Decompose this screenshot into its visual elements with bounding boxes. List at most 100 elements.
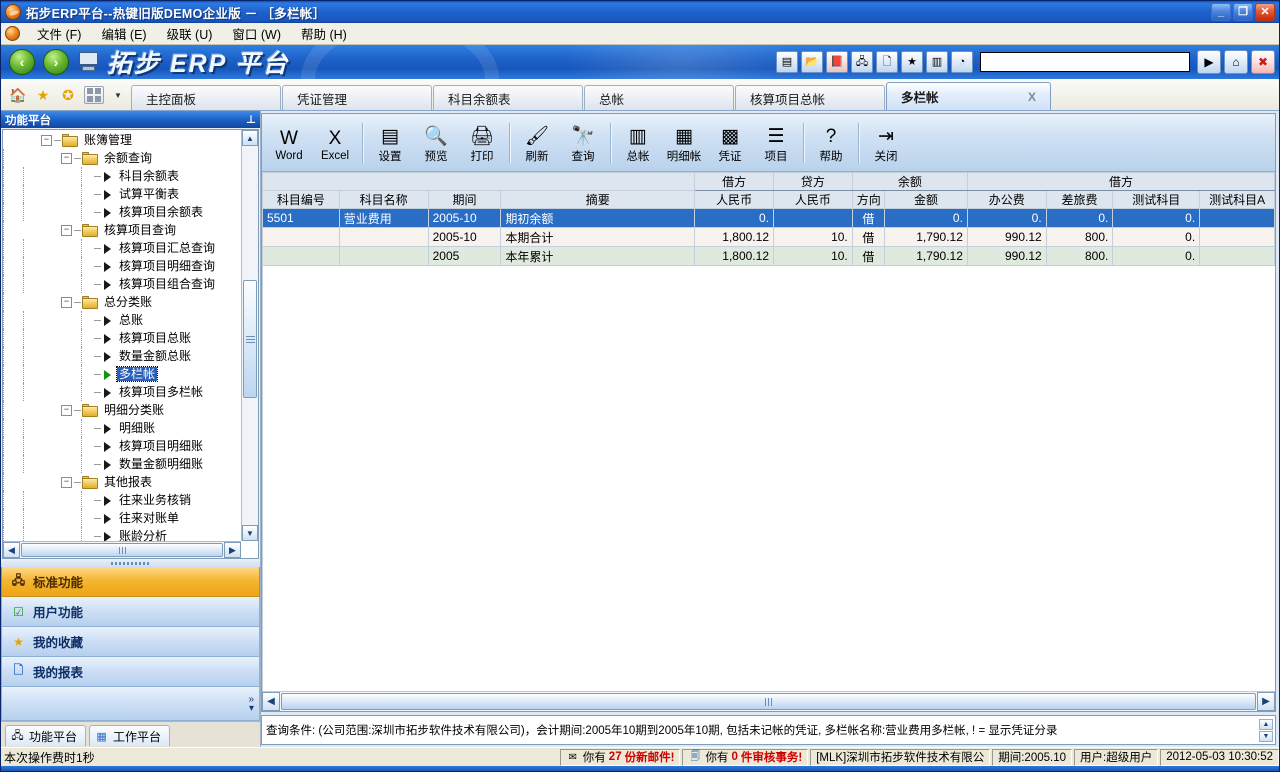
hscroll-track[interactable] <box>20 542 224 558</box>
tree-item[interactable]: 往来业务核销 <box>3 491 241 509</box>
bar-standard-functions[interactable]: 🖧 标准功能 <box>1 567 260 597</box>
bar-user-functions[interactable]: ☑ 用户功能 <box>1 597 260 627</box>
expand-collapse-icon[interactable]: − <box>61 405 72 416</box>
toolbar-settings-button[interactable]: ▤设置 <box>367 117 413 169</box>
expand-collapse-icon[interactable]: − <box>61 153 72 164</box>
toolbar-preview-button[interactable]: 🔍预览 <box>413 117 459 169</box>
add-star-icon[interactable]: ✪ <box>59 86 77 104</box>
table-column-header[interactable]: 办公费 <box>967 191 1046 209</box>
grid-hscroll-track[interactable] <box>280 692 1257 711</box>
menu-window[interactable]: 窗口 (W) <box>223 22 290 45</box>
table-column-header[interactable]: 测试科目A <box>1200 191 1275 209</box>
tree-horizontal-scrollbar[interactable]: ◀ ▶ <box>3 541 241 558</box>
status-mail[interactable]: ✉ 你有 27 份新邮件! <box>560 749 681 766</box>
tree-item[interactable]: −总分类账 <box>3 293 241 311</box>
tree-item[interactable]: 数量金额总账 <box>3 347 241 365</box>
toolbar-refresh-button[interactable]: 🖌刷新 <box>514 117 560 169</box>
org-chart-icon[interactable]: 🖧 <box>851 51 873 73</box>
bottom-tab-work-platform[interactable]: ▦ 工作平台 <box>89 725 170 746</box>
tree-item[interactable]: 核算项目明细查询 <box>3 257 241 275</box>
tab-multi-column-ledger[interactable]: 多栏帐 X <box>886 82 1051 110</box>
table-column-header[interactable]: 方向 <box>852 191 884 209</box>
toolbar-excel-button[interactable]: XExcel <box>312 117 358 169</box>
tree-item[interactable]: 核算项目多栏帐 <box>3 383 241 401</box>
toolbar-close-button[interactable]: ⇥关闭 <box>863 117 909 169</box>
chevron-down-icon[interactable]: ▾ <box>249 704 254 713</box>
expand-collapse-icon[interactable]: − <box>61 477 72 488</box>
bar-my-reports[interactable]: 🗋 我的报表 <box>1 657 260 687</box>
toolbar-voucher-button[interactable]: ▩凭证 <box>707 117 753 169</box>
table-row[interactable]: 5501营业费用2005-10期初余额0.借0.0.0.0. <box>263 209 1275 228</box>
close-tab-icon[interactable]: X <box>1002 90 1036 104</box>
table-body[interactable]: 5501营业费用2005-10期初余额0.借0.0.0.0.2005-10本期合… <box>263 209 1275 266</box>
tree-item[interactable]: 科目余额表 <box>3 167 241 185</box>
tree-item[interactable]: 试算平衡表 <box>3 185 241 203</box>
home-icon[interactable]: 🏠 <box>9 86 27 104</box>
tab-general-ledger[interactable]: 总帐 <box>584 85 734 110</box>
toolbar-help-button[interactable]: ?帮助 <box>808 117 854 169</box>
home-page-icon[interactable]: ⌂ <box>1224 50 1248 74</box>
vscroll-thumb[interactable] <box>243 280 257 398</box>
expand-collapse-icon[interactable]: − <box>61 225 72 236</box>
search-input[interactable] <box>980 52 1190 72</box>
tab-main-panel[interactable]: 主控面板 <box>131 85 281 110</box>
forward-arrow-icon[interactable]: › <box>43 49 69 75</box>
tree-item[interactable]: −其他报表 <box>3 473 241 491</box>
table-row[interactable]: 2005-10本期合计1,800.1210.借1,790.12990.12800… <box>263 228 1275 247</box>
toolbar-word-button[interactable]: WWord <box>266 117 312 169</box>
table-column-header[interactable]: 科目名称 <box>339 191 428 209</box>
tree-vertical-scrollbar[interactable]: ▲ ▼ <box>241 130 258 541</box>
tree-item[interactable]: 数量金额明细账 <box>3 455 241 473</box>
notebook-icon[interactable]: 📕 <box>826 51 848 73</box>
scroll-left-button[interactable]: ◀ <box>3 542 20 558</box>
hscroll-thumb[interactable] <box>21 543 223 557</box>
grid-scroll-right-button[interactable]: ▶ <box>1257 692 1275 711</box>
table-column-header[interactable]: 人民币 <box>695 191 774 209</box>
tree-item[interactable]: −核算项目查询 <box>3 221 241 239</box>
navigation-tree[interactable]: −账簿管理−余额查询科目余额表试算平衡表核算项目余额表−核算项目查询核算项目汇总… <box>3 130 241 541</box>
table-column-header[interactable]: 人民币 <box>774 191 853 209</box>
menu-help[interactable]: 帮助 (H) <box>292 22 356 45</box>
run-icon[interactable]: ▶ <box>1197 50 1221 74</box>
menu-cascade[interactable]: 级联 (U) <box>158 22 222 45</box>
table-row[interactable]: 2005本年累计1,800.1210.借1,790.12990.12800.0. <box>263 247 1275 266</box>
scroll-up-button[interactable]: ▲ <box>242 130 258 146</box>
tree-item[interactable]: 明细账 <box>3 419 241 437</box>
toolbar-search-button[interactable]: 🔭查询 <box>560 117 606 169</box>
tree-item[interactable]: 账龄分析 <box>3 527 241 541</box>
table-column-header[interactable]: 金额 <box>885 191 968 209</box>
tree-item[interactable]: 核算项目余额表 <box>3 203 241 221</box>
tab-voucher-mgmt[interactable]: 凭证管理 <box>282 85 432 110</box>
table-column-header[interactable]: 差旅费 <box>1046 191 1113 209</box>
expand-collapse-icon[interactable]: − <box>41 135 52 146</box>
tree-item[interactable]: 核算项目总账 <box>3 329 241 347</box>
minimize-button[interactable]: _ <box>1211 3 1231 21</box>
contact-card-icon[interactable]: ▥ <box>926 51 948 73</box>
tree-item[interactable]: 核算项目组合查询 <box>3 275 241 293</box>
add-page-icon[interactable]: 🗋 <box>876 51 898 73</box>
tree-item[interactable]: 多栏帐 <box>3 365 241 383</box>
pin-icon[interactable]: ⊥ <box>246 113 256 126</box>
favorites-star-icon[interactable]: ★ <box>901 51 923 73</box>
spin-up-button[interactable]: ▲ <box>1259 719 1273 730</box>
condition-spinner[interactable]: ▲ ▼ <box>1259 719 1273 742</box>
exit-icon[interactable]: ✖ <box>1251 50 1275 74</box>
window-list-icon[interactable]: ▤ <box>776 51 798 73</box>
splitter-grip[interactable] <box>1 560 260 567</box>
tab-project-ledger[interactable]: 核算项目总帐 <box>735 85 885 110</box>
table-column-header[interactable]: 科目编号 <box>263 191 340 209</box>
menu-file[interactable]: 文件 (F) <box>28 22 90 45</box>
tree-item[interactable]: −明细分类账 <box>3 401 241 419</box>
toolbar-print-button[interactable]: 🖨打印 <box>459 117 505 169</box>
close-button[interactable]: ✕ <box>1255 3 1275 21</box>
tree-item[interactable]: 核算项目汇总查询 <box>3 239 241 257</box>
bar-overflow-area[interactable]: » ▾ <box>1 687 260 721</box>
star-icon[interactable]: ★ <box>34 86 52 104</box>
menu-edit[interactable]: 编辑 (E) <box>92 22 155 45</box>
scroll-right-button[interactable]: ▶ <box>224 542 241 558</box>
bottom-tab-function-platform[interactable]: 🖧 功能平台 <box>5 725 86 746</box>
back-arrow-icon[interactable]: ‹ <box>9 49 35 75</box>
expand-collapse-icon[interactable]: − <box>61 297 72 308</box>
tree-item[interactable]: −余额查询 <box>3 149 241 167</box>
grid-view-icon[interactable] <box>84 86 104 104</box>
